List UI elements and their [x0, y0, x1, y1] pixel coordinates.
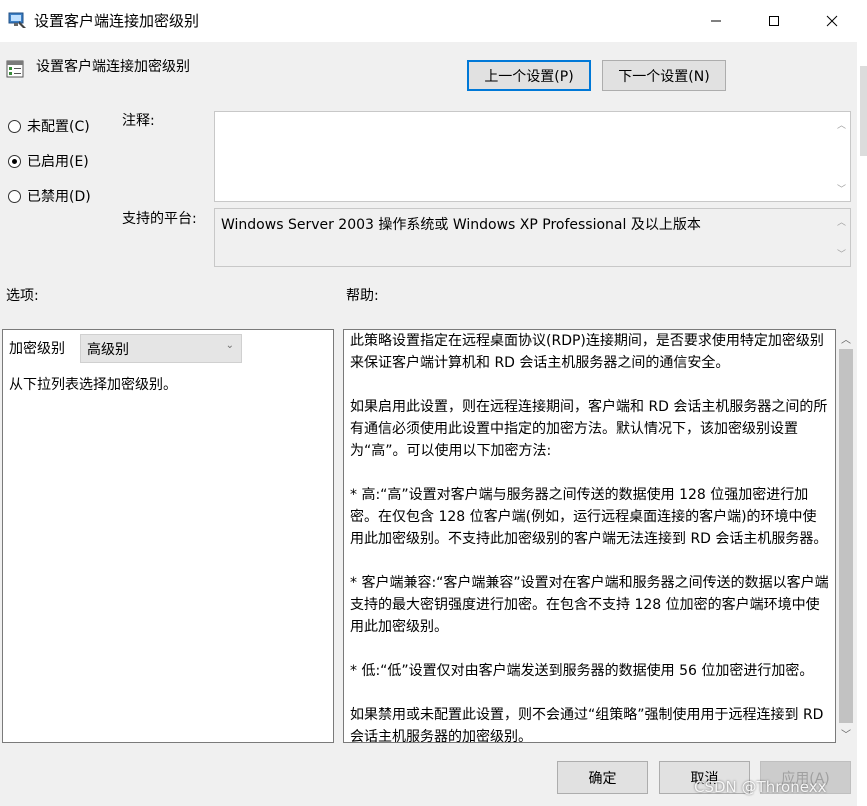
- help-scrollbar[interactable]: ︿ ﹀: [837, 329, 855, 743]
- title-bar: 设置客户端连接加密级别: [0, 0, 867, 42]
- help-paragraph: * 低:“低”设置仅对由客户端发送到服务器的数据使用 56 位加密进行加密。: [350, 663, 814, 679]
- scroll-thumb[interactable]: [839, 349, 853, 723]
- watermark: CSDN @Thronexx: [694, 778, 827, 796]
- help-paragraph: * 高:“高”设置对客户端与服务器之间传送的数据使用 128 位强加密进行加密。…: [350, 487, 828, 547]
- maximize-button[interactable]: [745, 0, 803, 42]
- radio-disabled[interactable]: 已禁用(D): [8, 186, 91, 206]
- radio-label: 未配置(C): [27, 119, 90, 135]
- previous-setting-button[interactable]: 上一个设置(P): [467, 60, 591, 91]
- background-scroll-thumb: [860, 66, 867, 156]
- platform-label: 支持的平台:: [122, 211, 197, 227]
- scroll-down-icon[interactable]: ﹀: [837, 182, 846, 195]
- encryption-level-label: 加密级别: [9, 341, 65, 357]
- next-setting-button[interactable]: 下一个设置(N): [602, 60, 726, 91]
- close-button[interactable]: [803, 0, 861, 42]
- policy-editor-icon: [8, 11, 28, 29]
- encryption-level-hint: 从下拉列表选择加密级别。: [9, 377, 177, 393]
- radio-enabled[interactable]: 已启用(E): [8, 151, 89, 171]
- comment-label: 注释:: [122, 113, 155, 129]
- window-title: 设置客户端连接加密级别: [34, 12, 200, 30]
- options-section-label: 选项:: [6, 288, 39, 304]
- platform-value: Windows Server 2003 操作系统或 Windows XP Pro…: [221, 217, 701, 233]
- help-paragraph: 此策略设置指定在远程桌面协议(RDP)连接期间，是否要求使用特定加密级别来保证客…: [350, 333, 824, 371]
- help-paragraph: 如果启用此设置，则在远程连接期间，客户端和 RD 会话主机服务器之间的所有通信必…: [350, 399, 828, 459]
- radio-label: 已启用(E): [27, 154, 89, 170]
- radio-circle[interactable]: [8, 119, 21, 133]
- scroll-up-icon[interactable]: ︿: [837, 118, 846, 131]
- ok-button[interactable]: 确定: [557, 761, 648, 794]
- comment-field[interactable]: ︿ ﹀: [214, 111, 851, 202]
- policy-name: 设置客户端连接加密级别: [36, 59, 190, 75]
- help-paragraph: 如果禁用或未配置此设置，则不会通过“组策略”强制使用用于远程连接到 RD 会话主…: [350, 707, 824, 742]
- help-section-label: 帮助:: [346, 288, 379, 304]
- scroll-down-icon[interactable]: ﹀: [837, 247, 846, 260]
- radio-circle[interactable]: [8, 189, 21, 203]
- radio-not-configured[interactable]: 未配置(C): [8, 116, 90, 136]
- radio-label: 已禁用(D): [27, 189, 91, 205]
- scroll-up-icon[interactable]: ︿: [841, 331, 851, 346]
- policy-setting-icon: [6, 60, 24, 78]
- encryption-level-select[interactable]: 高级别 ⌄: [80, 334, 242, 363]
- window-edge: [857, 42, 867, 806]
- scroll-up-icon[interactable]: ︿: [837, 215, 846, 228]
- help-text: 此策略设置指定在远程桌面协议(RDP)连接期间，是否要求使用特定加密级别来保证客…: [350, 330, 830, 742]
- chevron-down-icon: ⌄: [225, 340, 234, 351]
- minimize-button[interactable]: [687, 0, 745, 42]
- encryption-level-value: 高级别: [87, 341, 129, 358]
- scroll-down-icon[interactable]: ﹀: [841, 726, 851, 741]
- help-paragraph: * 客户端兼容:“客户端兼容”设置对在客户端和服务器之间传送的数据以客户端支持的…: [350, 575, 829, 635]
- radio-circle[interactable]: [8, 154, 21, 168]
- platform-field: Windows Server 2003 操作系统或 Windows XP Pro…: [214, 208, 851, 267]
